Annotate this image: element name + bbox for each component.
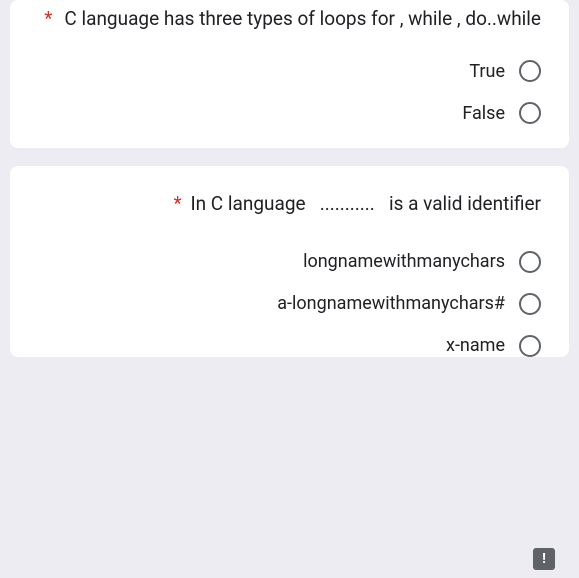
radio-icon [519, 293, 541, 315]
required-mark: * [174, 192, 182, 215]
option-xname[interactable]: x-name [446, 335, 541, 357]
option-label: False [462, 103, 505, 124]
radio-icon [519, 60, 541, 82]
option-label: a-longnamewithmanychars# [277, 293, 505, 314]
question-card-1: * C language has three types of loops for… [10, 0, 569, 148]
option-label: longnamewithmanychars [303, 251, 505, 272]
question-1-options: True False [38, 60, 541, 124]
question-2-blank: ........... [320, 192, 375, 215]
required-mark: * [44, 7, 52, 30]
question-2-options: longnamewithmanychars a-longnamewithmany… [38, 251, 541, 357]
question-2-suffix: is a valid identifier [389, 192, 541, 215]
radio-icon [519, 102, 541, 124]
question-2-text: * In C language ........... is a valid i… [38, 190, 541, 219]
option-longname[interactable]: longnamewithmanychars [303, 251, 541, 273]
option-label: x-name [446, 335, 505, 356]
question-card-2: * In C language ........... is a valid i… [10, 166, 569, 357]
alert-icon: ! [542, 551, 546, 567]
option-longname-hash[interactable]: a-longnamewithmanychars# [277, 293, 541, 315]
question-2-prefix: In C language [190, 192, 305, 215]
question-1-text: * C language has three types of loops for… [38, 4, 541, 34]
question-1-body: C language has three types of loops for … [64, 7, 541, 30]
radio-icon [519, 251, 541, 273]
option-false[interactable]: False [462, 102, 541, 124]
radio-icon [519, 335, 541, 357]
option-label: True [469, 61, 505, 82]
alert-badge[interactable]: ! [533, 548, 555, 570]
option-true[interactable]: True [469, 60, 541, 82]
